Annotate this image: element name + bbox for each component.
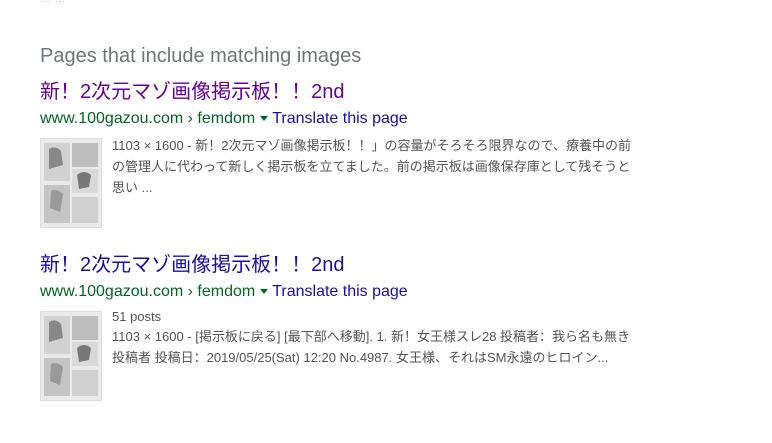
search-result: 新！2次元マゾ画像掲示板！！2nd www.100gazou.com › fem…: [40, 252, 660, 401]
manga-thumbnail-image: [41, 312, 101, 400]
result-thumbnail[interactable]: [40, 311, 102, 401]
result-url: www.100gazou.com › femdom: [40, 110, 256, 127]
result-body: 51 posts 1103 × 1600 - [掲示板に戻る] [最下部へ移動]…: [40, 308, 660, 401]
translate-link[interactable]: Translate this page: [272, 110, 407, 127]
url-row: www.100gazou.com › femdom Translate this …: [40, 282, 660, 302]
search-result: 新！2次元マゾ画像掲示板！！2nd www.100gazou.com › fem…: [40, 79, 660, 228]
result-snippet: 1103 × 1600 - [掲示板に戻る] [最下部へ移動]. 1. 新！女王…: [112, 329, 631, 365]
result-snippet: 1103 × 1600 - 新！2次元マゾ画像掲示板！！」の容量がそろそろ限界な…: [112, 138, 631, 195]
triangle-down-icon[interactable]: [260, 116, 269, 122]
top-clipped-text: ... ...: [40, 0, 120, 2]
result-title-link[interactable]: 新！2次元マゾ画像掲示板！！2nd: [40, 252, 345, 278]
section-title: Pages that include matching images: [40, 45, 362, 67]
url-row: www.100gazou.com › femdom Translate this …: [40, 109, 660, 129]
triangle-down-icon[interactable]: [260, 289, 269, 295]
manga-thumbnail-image: [41, 139, 101, 227]
result-url: www.100gazou.com › femdom: [40, 283, 256, 300]
result-body: 1103 × 1600 - 新！2次元マゾ画像掲示板！！」の容量がそろそろ限界な…: [40, 135, 660, 228]
result-title-link[interactable]: 新！2次元マゾ画像掲示板！！2nd: [40, 79, 345, 105]
translate-link[interactable]: Translate this page: [272, 283, 407, 300]
result-thumbnail[interactable]: [40, 138, 102, 228]
result-post-count: 51 posts: [112, 309, 162, 324]
